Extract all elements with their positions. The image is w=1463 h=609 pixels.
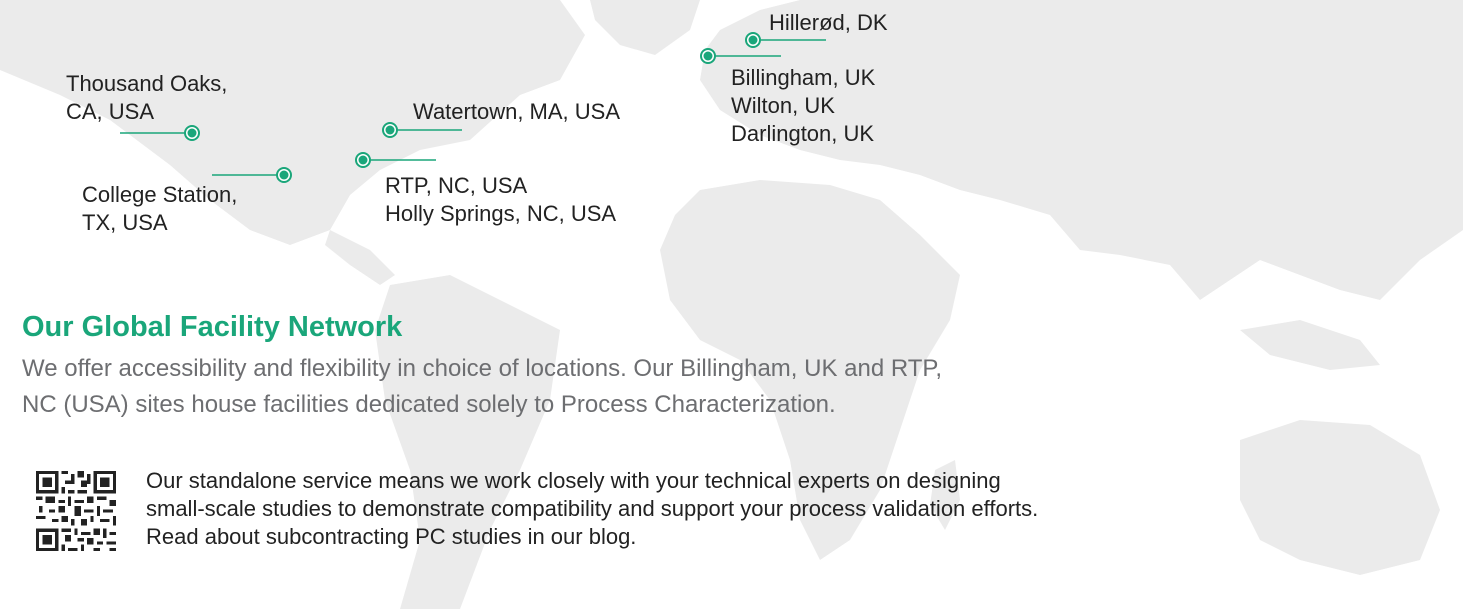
location-line: Holly Springs, NC, USA xyxy=(385,201,617,226)
location-line: College Station, xyxy=(82,182,238,207)
location-rtp: RTP, NC, USA Holly Springs, NC, USA xyxy=(385,172,616,228)
location-watertown: Watertown, MA, USA xyxy=(413,98,620,126)
service-line: Our standalone service means we work clo… xyxy=(146,468,1001,493)
service-description: Our standalone service means we work clo… xyxy=(146,467,1038,551)
service-line: small-scale studies to demonstrate compa… xyxy=(146,496,1039,521)
section-title: Our Global Facility Network xyxy=(22,311,403,343)
dot-thousand-oaks xyxy=(184,125,200,141)
location-line: Hillerød, DK xyxy=(769,10,888,35)
location-uk: Billingham, UK Wilton, UK Darlington, UK xyxy=(731,64,875,148)
intro-line: NC (USA) sites house facilities dedicate… xyxy=(22,391,836,418)
intro-line: We offer accessibility and flexibility i… xyxy=(22,355,942,382)
qr-code-icon[interactable] xyxy=(36,471,116,551)
location-line: CA, USA xyxy=(66,99,155,124)
dot-hillerod xyxy=(745,32,761,48)
location-line: Darlington, UK xyxy=(731,121,875,146)
location-line: Thousand Oaks, xyxy=(66,71,228,96)
dot-watertown xyxy=(382,122,398,138)
dot-uk xyxy=(700,48,716,64)
location-line: RTP, NC, USA xyxy=(385,173,528,198)
dot-rtp xyxy=(355,152,371,168)
location-college-station: College Station, TX, USA xyxy=(82,181,237,237)
dot-college-station xyxy=(276,167,292,183)
blog-link[interactable]: Read about subcontracting PC studies in … xyxy=(146,523,1038,551)
location-line: Wilton, UK xyxy=(731,93,835,118)
location-line: Watertown, MA, USA xyxy=(413,99,621,124)
location-hillerod: Hillerød, DK xyxy=(769,9,888,37)
intro-text: We offer accessibility and flexibility i… xyxy=(22,351,1322,423)
location-line: TX, USA xyxy=(82,210,168,235)
location-thousand-oaks: Thousand Oaks, CA, USA xyxy=(66,70,227,126)
location-line: Billingham, UK xyxy=(731,65,876,90)
